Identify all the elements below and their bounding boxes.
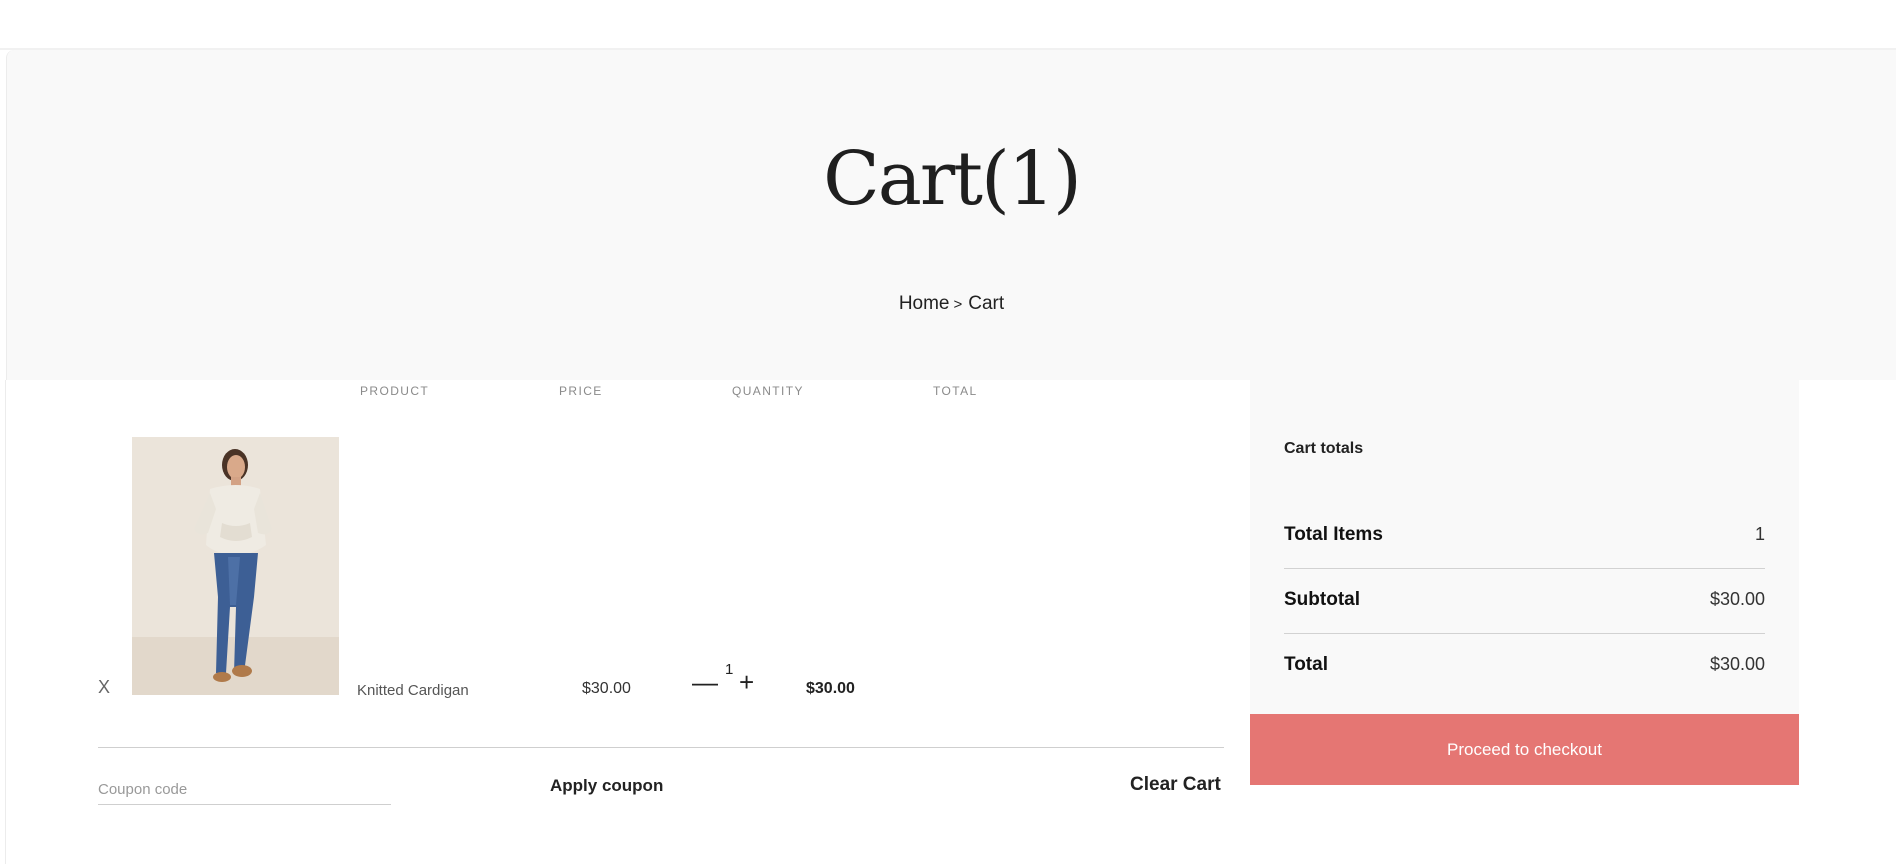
totals-value: 1 <box>1754 524 1765 544</box>
breadcrumb-home-link[interactable]: Home <box>899 293 950 314</box>
coupon-code-input[interactable] <box>98 774 391 805</box>
totals-row-items: Total Items 1 <box>1284 504 1765 569</box>
divider <box>98 747 1224 748</box>
cart-totals-panel: Cart totals Total Items 1 Subtotal $30.0… <box>1250 380 1799 714</box>
quantity-decrease-button[interactable]: — <box>692 667 718 698</box>
totals-value: $30.00 <box>1709 654 1765 674</box>
apply-coupon-button[interactable]: Apply coupon <box>550 776 663 796</box>
product-photo-icon <box>132 437 339 695</box>
content-border <box>5 380 6 864</box>
quantity-value[interactable]: 1 <box>725 661 733 678</box>
clear-cart-button[interactable]: Clear Cart <box>1130 774 1221 796</box>
column-header-price: PRICE <box>559 384 603 398</box>
totals-row-subtotal: Subtotal $30.00 <box>1284 569 1765 634</box>
quantity-increase-button[interactable]: + <box>739 667 754 698</box>
product-name[interactable]: Knitted Cardigan <box>357 682 469 699</box>
totals-label: Subtotal <box>1284 589 1360 610</box>
product-line-total: $30.00 <box>806 680 855 697</box>
column-header-quantity: QUANTITY <box>732 384 804 398</box>
breadcrumb: Home > Cart <box>7 293 1896 315</box>
chevron-right-icon: > <box>953 296 963 313</box>
product-image[interactable] <box>132 437 339 695</box>
top-bar <box>0 0 1896 48</box>
cart-totals-heading: Cart totals <box>1284 440 1364 457</box>
totals-value: $30.00 <box>1709 589 1765 609</box>
page-hero: Cart(1) Home > Cart <box>6 50 1896 380</box>
product-price: $30.00 <box>582 680 631 697</box>
proceed-to-checkout-button[interactable]: Proceed to checkout <box>1250 714 1799 785</box>
totals-label: Total <box>1284 654 1328 675</box>
totals-label: Total Items <box>1284 524 1383 545</box>
column-header-product: PRODUCT <box>360 384 430 398</box>
page-title: Cart(1) <box>823 136 1082 222</box>
breadcrumb-current: Cart <box>968 293 1005 314</box>
remove-item-button[interactable]: X <box>98 677 110 698</box>
column-header-total: TOTAL <box>933 384 978 398</box>
totals-row-total: Total $30.00 <box>1284 634 1765 698</box>
